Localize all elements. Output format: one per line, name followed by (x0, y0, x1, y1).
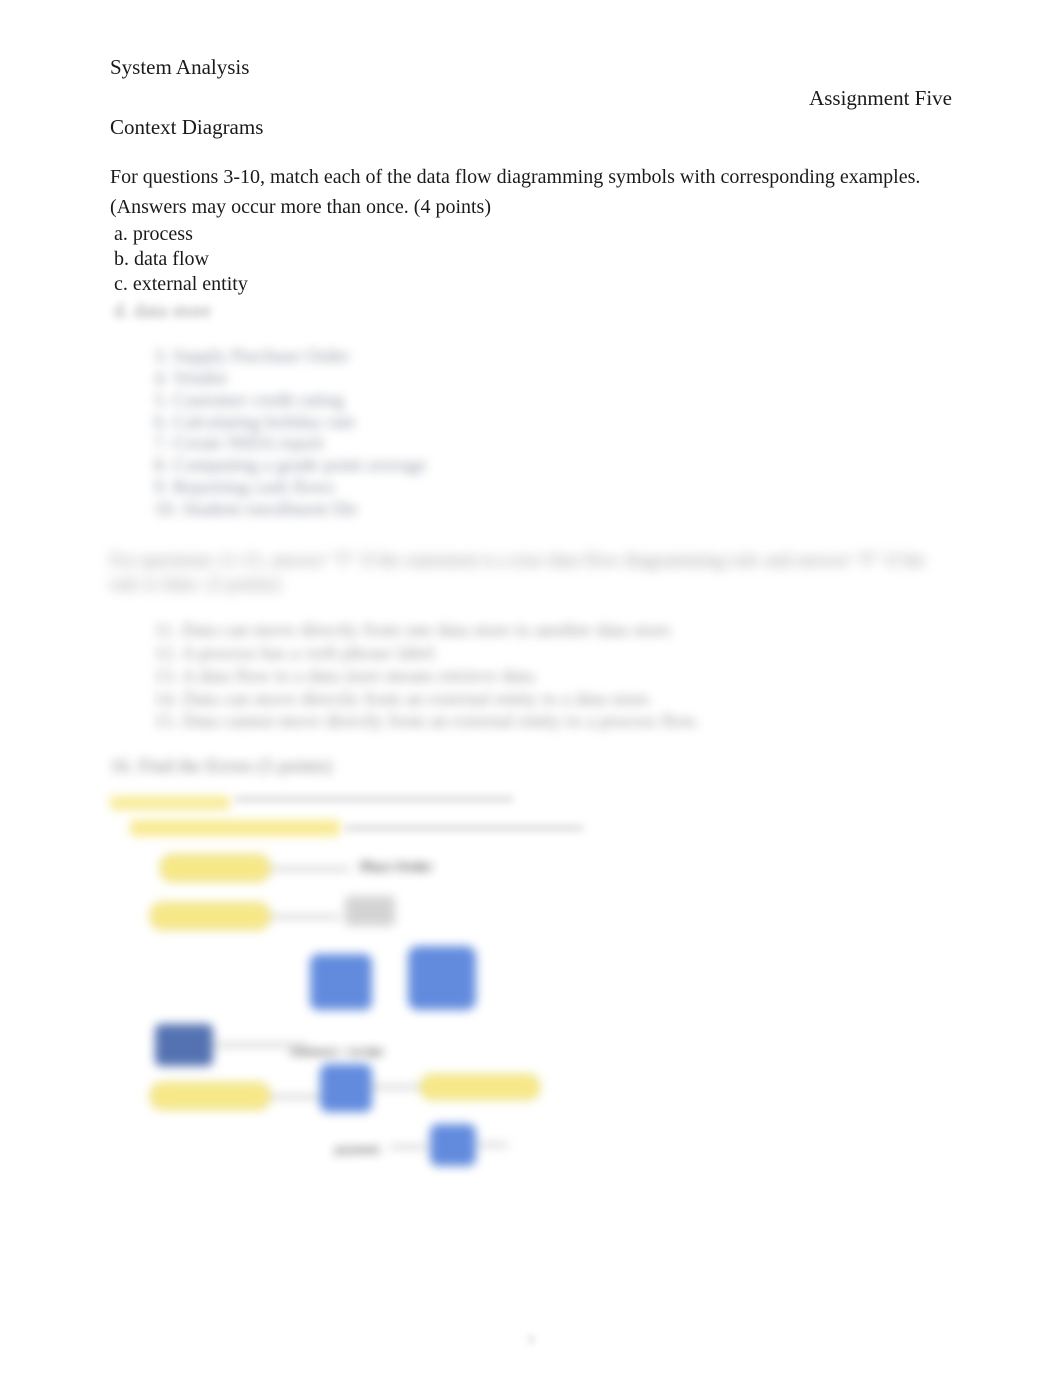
option-d: d. data store (114, 299, 952, 324)
diagram-entity-second (150, 902, 270, 930)
course-title: System Analysis (110, 55, 952, 80)
option-c: c. external entity (114, 272, 952, 297)
diagram-entity-top-left (160, 854, 270, 882)
instructions-11-15: For questions 11-15, answer "T" if the s… (110, 549, 952, 598)
q12: 12. A process has a verb phrase label. (154, 643, 952, 666)
diagram-label-bottom: payment (335, 1142, 380, 1157)
conn-3 (212, 1044, 307, 1046)
conn-7 (478, 1144, 508, 1146)
diagram-entity-bottom-left (150, 1082, 270, 1110)
option-b: b. data flow (114, 247, 952, 272)
q15: 15. Data cannot move directly from an ex… (154, 711, 952, 734)
diagram-process-4 (430, 1124, 476, 1166)
conn-5 (372, 1086, 420, 1088)
conn-6 (390, 1146, 428, 1148)
diagram-label-top: Place Order (360, 860, 433, 876)
assignment-title: Assignment Five (809, 86, 952, 111)
conn-4 (270, 1096, 320, 1098)
context-diagram: Place Order summary / receipt payment (130, 854, 610, 1194)
q8: 8. Computing a grade point average (154, 455, 952, 477)
q10: 10. Student enrollment file (154, 499, 952, 521)
section-16-heading: 16. Find the Errors (5 points) (110, 756, 952, 778)
q11: 11. Data can move directly from one data… (154, 620, 952, 643)
underline-1 (234, 796, 514, 802)
page-number: 9 (527, 1332, 535, 1350)
q7: 7. Create NIDA report (154, 433, 952, 455)
diagram-entity-right (420, 1074, 540, 1100)
conn-2 (270, 916, 340, 918)
underline-2 (344, 825, 584, 831)
q14: 14. Data can move directly from an exter… (154, 689, 952, 712)
q6: 6. Calculating holiday rate (154, 412, 952, 434)
option-a: a. process (114, 222, 952, 247)
q3: 3. Supply Purchase Order (154, 346, 952, 368)
diagram-process-2 (408, 946, 476, 1010)
highlight-strip-1 (110, 796, 230, 810)
topic-title: Context Diagrams (110, 115, 952, 140)
diagram-grey-block (345, 896, 395, 926)
highlight-strip-2 (130, 820, 340, 836)
diagram-label-middle: summary / receipt (290, 1044, 383, 1059)
q5: 5. Customer credit rating (154, 390, 952, 412)
question-list-3-10: 3. Supply Purchase Order 4. Vendor 5. Cu… (154, 346, 952, 521)
conn-1 (270, 868, 350, 870)
q13: 13. A data flow to a data store means re… (154, 666, 952, 689)
diagram-store-left (155, 1024, 213, 1066)
question-list-11-15: 11. Data can move directly from one data… (154, 620, 952, 734)
instructions-line-1: For questions 3-10, match each of the da… (110, 164, 952, 190)
q9: 9. Reporting cash flows (154, 477, 952, 499)
diagram-process-3 (320, 1064, 372, 1112)
instructions-line-2: (Answers may occur more than once. (4 po… (110, 194, 952, 220)
diagram-process-1 (310, 954, 372, 1010)
q4: 4. Vendor (154, 368, 952, 390)
